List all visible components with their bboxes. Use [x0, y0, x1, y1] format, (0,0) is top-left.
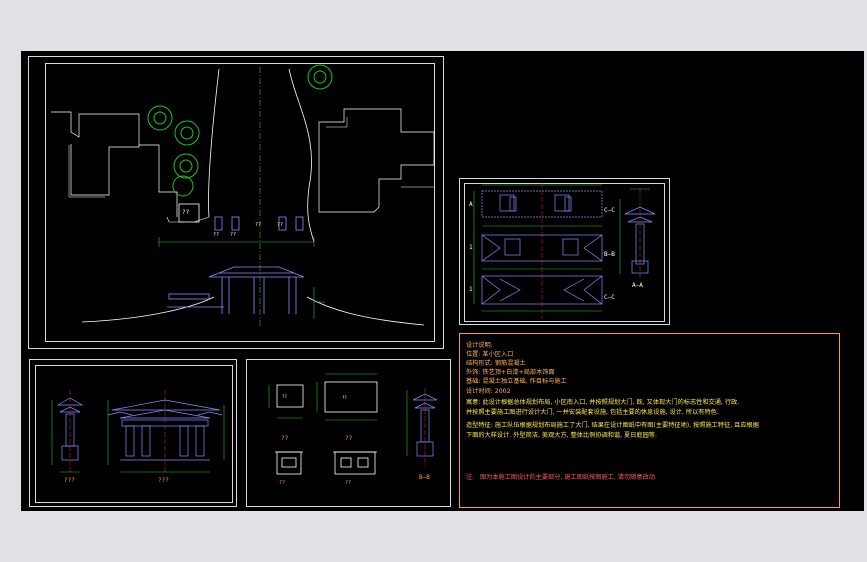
elevations-panel: ??? ??? [29, 359, 237, 507]
section-label-a: A—A [632, 282, 643, 289]
marker-label-1: ?? [213, 232, 220, 238]
section-label-c: C—C [604, 207, 615, 214]
design-notes-panel: 设计说明: 位置: 某小区入口 结构形式: 钢筋混凝土 外饰: 铁艺顶+白漆+局… [459, 333, 840, 508]
elevations-drawing [51, 390, 225, 473]
notes-date: 设计时间: 2002 [466, 388, 511, 395]
side-mark-1: A [469, 201, 473, 208]
section-label-c2: C—C [604, 294, 615, 301]
notes-foundation: 基础: 混凝土独立基础, 作目标与施工 [466, 378, 567, 385]
notes-structure: 结构形式: 钢筋混凝土 [466, 360, 526, 367]
booth-plan-label-2: ?? [342, 395, 347, 400]
cad-drawing-sheet: ?? ?? ?? ?? ?? C—C B—B C—C A—A A 1 1 ???… [21, 51, 864, 511]
notes-footer: 图为本施工图设计的主要部分, 施工图纸按图施工, 请勿随意改动. [480, 474, 657, 481]
site-plan-drawing [51, 64, 435, 327]
section-views-drawing [473, 183, 656, 319]
notes-concept-1: 寓意: 此设计根据总体规划布局, 小区南入口, 并按照规划大门, 既, 又体现大… [466, 399, 740, 406]
side-mark-2: 1 [469, 244, 473, 251]
booth-small-text-1: ?? [279, 480, 286, 486]
notes-features-2: 下面的大样设计. 外型简洁, 美观大方, 整体比例协调和谐, 夏日庭园等. [466, 432, 657, 439]
section-label-b: B—B [604, 251, 615, 258]
notes-title: 设计说明: [466, 342, 493, 349]
section-views-panel: C—C B—B C—C A—A A 1 1 [459, 178, 670, 325]
marker-label-4: ?? [277, 222, 284, 228]
notes-features-1: 造型特征: 施工队伍根据规划布局施工了大门, 结果在设计图纸中有图(主要特征地)… [466, 422, 759, 429]
notes-concept-2: 并按照主要施工图进行设计大门, 一并安装配套设施, 包括主要的休息设施, 设计,… [466, 409, 719, 416]
notes-location: 位置: 某小区入口 [466, 351, 514, 358]
booth-details-panel: ?? ?? ?? ?? ?? ?? B—B [246, 359, 451, 507]
entrance-gate-plan [167, 266, 305, 314]
notes-finish: 外饰: 铁艺顶+白漆+局部木饰面 [466, 369, 555, 376]
booth-label: ?? [182, 209, 190, 216]
booth-small-text-2: ?? [345, 480, 352, 486]
booth-elev-label-1: ?? [281, 435, 289, 442]
booth-section-caption: B—B [419, 474, 430, 481]
side-mark-3: 1 [469, 286, 473, 293]
booth-plan-label-1: ?? [282, 394, 287, 399]
site-plan-panel: ?? ?? ?? ?? ?? [28, 56, 444, 349]
tree-icon-group [147, 64, 333, 197]
booth-elev-label-2: ?? [345, 435, 353, 442]
marker-label-2: ?? [230, 232, 237, 238]
marker-label-3: ?? [255, 222, 262, 228]
front-elevation-caption: ??? [158, 477, 169, 484]
notes-footer-label: 注: [466, 474, 475, 481]
column-elevation-caption: ??? [64, 477, 75, 484]
